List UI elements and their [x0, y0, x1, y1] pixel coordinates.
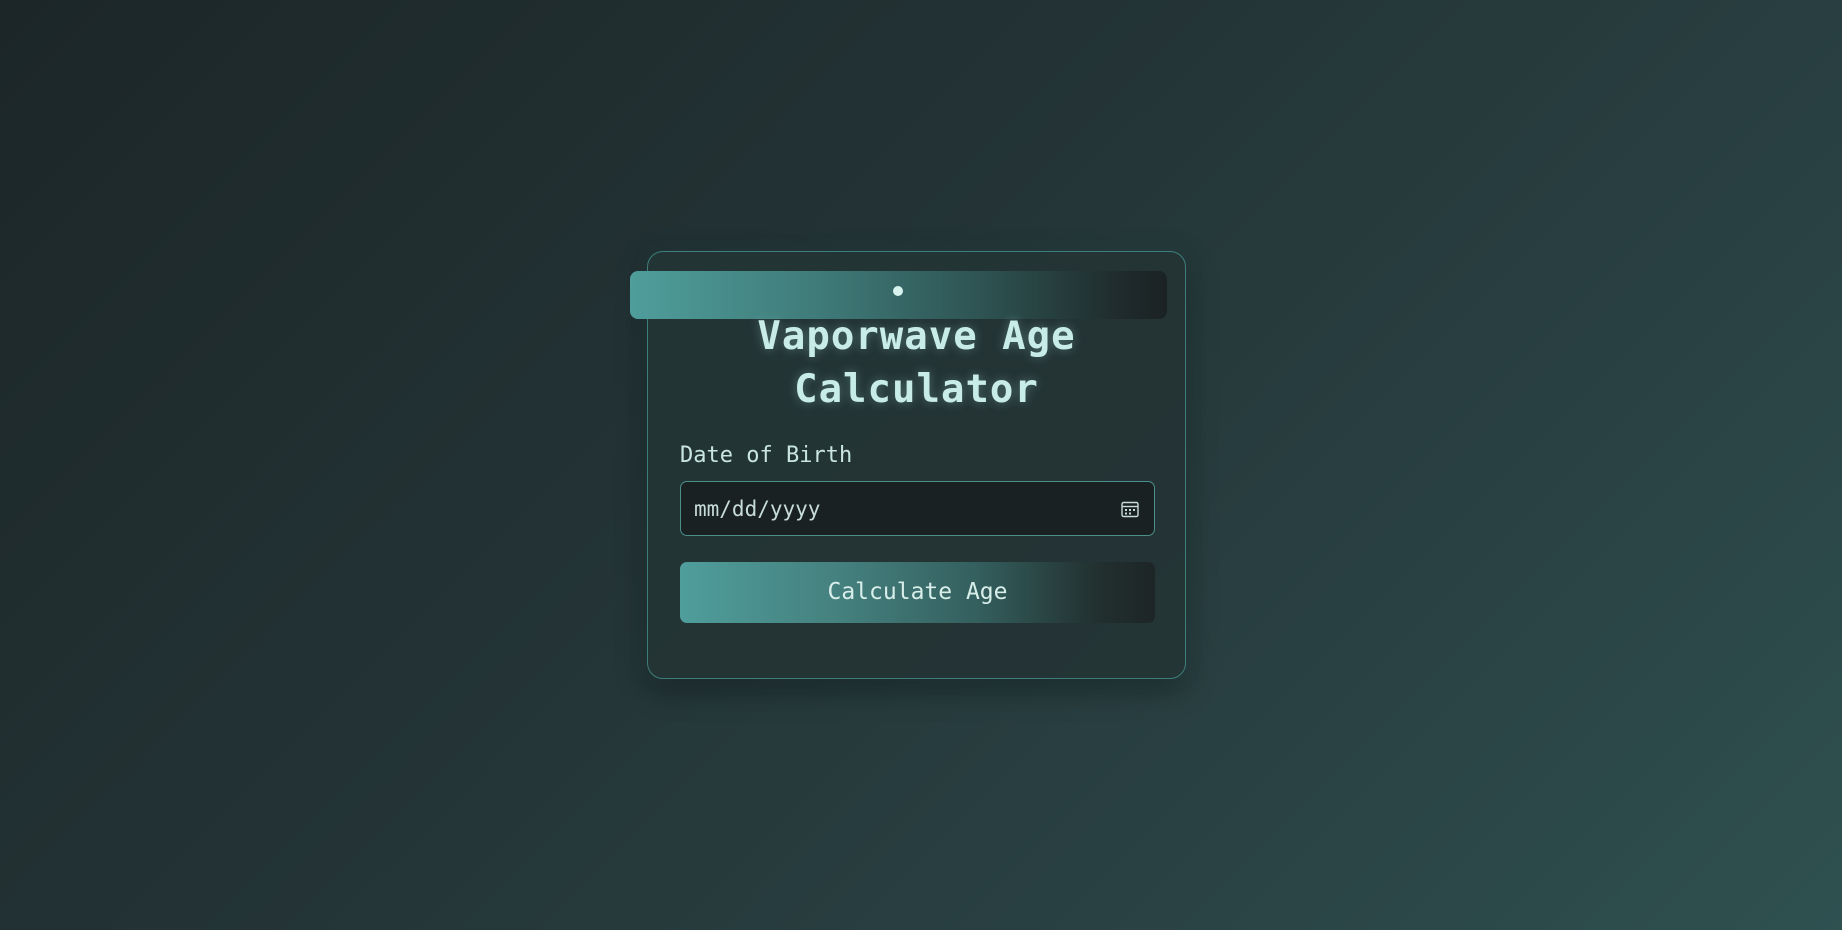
dob-label: Date of Birth: [680, 443, 853, 468]
title-line-2: Calculator: [794, 367, 1039, 412]
dot-icon: [893, 286, 903, 296]
title-line-1: Vaporwave Age: [757, 314, 1076, 359]
calendar-icon[interactable]: [1120, 499, 1140, 519]
dob-placeholder: mm/dd/yyyy: [694, 497, 821, 521]
dob-date-input[interactable]: mm/dd/yyyy: [680, 481, 1155, 536]
calculate-age-button[interactable]: Calculate Age: [680, 562, 1155, 623]
page-title: Vaporwave Age Calculator: [647, 310, 1186, 416]
